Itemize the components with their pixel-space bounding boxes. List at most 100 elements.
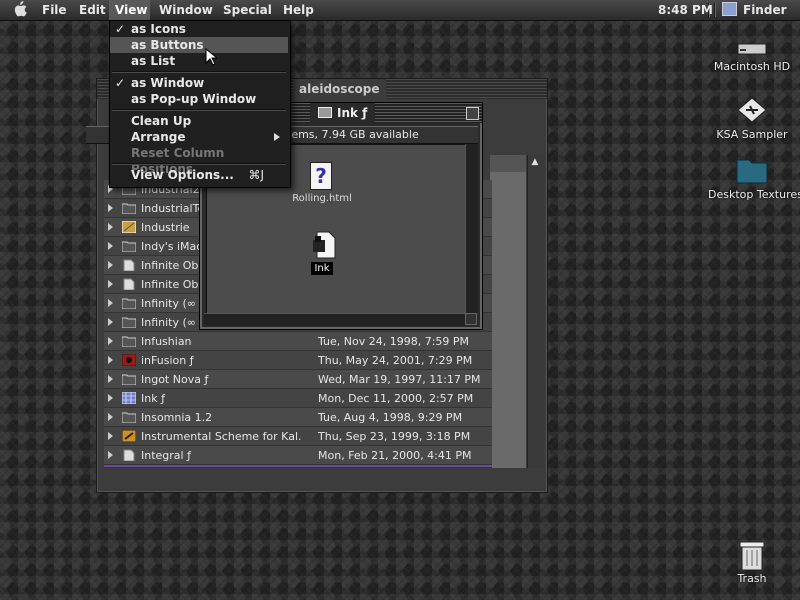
html-file-icon[interactable]: ?	[310, 162, 332, 190]
finder-icon	[722, 2, 737, 16]
menu-help[interactable]: Help	[277, 0, 320, 20]
disk-space-info: tems, 7.94 GB available	[287, 128, 419, 141]
disclosure-triangle-icon[interactable]	[108, 223, 113, 231]
menu-item-arrange[interactable]: Arrange	[110, 129, 288, 145]
column-header[interactable]	[490, 155, 526, 172]
item-name: Ink ƒ	[141, 392, 165, 405]
item-name: Insomnia 1.2	[141, 411, 213, 424]
checkmark-icon: ✓	[115, 22, 126, 36]
folder-icon	[122, 298, 136, 309]
disclosure-triangle-icon[interactable]	[108, 204, 113, 212]
menu-item-label: Arrange	[131, 130, 186, 144]
disclosure-triangle-icon[interactable]	[108, 432, 113, 440]
folder-icon	[122, 412, 136, 423]
disclosure-triangle-icon[interactable]	[108, 451, 113, 459]
desktop-icon-label: Desktop Textures	[708, 188, 800, 201]
disclosure-triangle-icon[interactable]	[108, 394, 113, 402]
document-icon	[123, 259, 135, 271]
disclosure-triangle-icon[interactable]	[108, 261, 113, 269]
folder-icon	[736, 159, 768, 184]
desktop-icon-ksa-sampler[interactable]: KSA Sampler	[712, 96, 792, 141]
list-item[interactable]: inFusion ƒ Thu, May 24, 2001, 7:29 PM	[104, 351, 492, 370]
mouse-pointer-icon	[205, 48, 217, 66]
ink-vertical-scrollbar[interactable]	[465, 144, 478, 313]
menubar-clock[interactable]: 8:48 PM	[652, 0, 719, 20]
menu-view[interactable]: View	[109, 0, 150, 20]
item-date: Mon, Feb 21, 2000, 4:41 PM	[318, 449, 472, 462]
folder-icon	[122, 241, 136, 252]
menu-item-view-options[interactable]: View Options... ⌘J	[110, 167, 288, 183]
disclosure-triangle-icon[interactable]	[108, 242, 113, 250]
menu-item-as-icons[interactable]: ✓ as Icons	[110, 21, 288, 37]
desktop-icon-label: Trash	[737, 572, 767, 585]
disclosure-triangle-icon[interactable]	[108, 318, 113, 326]
file-label[interactable]: Rolling.html	[291, 193, 353, 204]
item-name: Instrumental Scheme for Kal.	[141, 430, 302, 443]
red-folder-icon	[122, 354, 136, 366]
hard-drive-icon	[737, 43, 767, 55]
list-item[interactable]: Ink ƒ Mon, Dec 11, 2000, 2:57 PM	[104, 389, 492, 408]
kaleidoscope-vertical-scrollbar[interactable]	[527, 155, 544, 468]
menubar-divider	[714, 3, 716, 17]
list-item[interactable]: Ingot Nova ƒ Wed, Mar 19, 1997, 11:17 PM	[104, 370, 492, 389]
document-icon	[123, 278, 135, 290]
ink-window-title: Ink ƒ	[310, 103, 376, 123]
menu-item-as-buttons[interactable]: as Buttons	[110, 37, 288, 53]
disclosure-triangle-icon[interactable]	[108, 337, 113, 345]
ink-document-icon[interactable]	[311, 230, 337, 260]
blue-folder-icon	[122, 392, 136, 404]
desktop-icon-desktop-textures[interactable]: Desktop Textures	[708, 156, 800, 202]
view-menu: ✓ as Icons as Buttons as List ✓ as Window …	[109, 20, 291, 188]
apple-icon	[14, 1, 27, 17]
apple-menu[interactable]	[10, 1, 30, 19]
disclosure-triangle-icon[interactable]	[108, 413, 113, 421]
scheme-icon	[122, 430, 136, 442]
menu-item-as-list[interactable]: as List	[110, 53, 288, 69]
item-date: Wed, Mar 19, 1997, 11:17 PM	[318, 373, 481, 386]
item-date: Thu, Sep 23, 1999, 3:18 PM	[318, 430, 471, 443]
resize-grow-box[interactable]	[465, 313, 477, 325]
desktop-icon-macintosh-hd[interactable]: Macintosh HD	[712, 40, 792, 74]
item-name: Infushian	[141, 335, 192, 348]
folder-icon	[122, 317, 136, 328]
menu-special[interactable]: Special	[217, 0, 278, 20]
menu-window[interactable]: Window	[153, 0, 219, 20]
list-item[interactable]: Insomnia 1.2 Tue, Aug 4, 1998, 9:29 PM	[104, 408, 492, 427]
menu-edit[interactable]: Edit	[73, 0, 112, 20]
desktop-icon-trash[interactable]: Trash	[724, 540, 780, 586]
menu-file[interactable]: File	[36, 0, 73, 20]
disclosure-triangle-icon[interactable]	[108, 299, 113, 307]
list-item[interactable]: Instrumental Scheme for Kal. Thu, Sep 23,…	[104, 427, 492, 446]
file-label[interactable]: Ink	[311, 262, 333, 275]
menu-item-clean-up[interactable]: Clean Up	[110, 113, 288, 129]
menu-item-as-window[interactable]: ✓ as Window	[110, 75, 288, 91]
list-item[interactable]: Integral ƒ Mon, Feb 21, 2000, 4:41 PM	[104, 446, 492, 465]
list-item[interactable]: Infushian Tue, Nov 24, 1998, 7:59 PM	[104, 332, 492, 351]
menu-item-label: as Pop-up Window	[131, 92, 257, 106]
ksa-sampler-icon	[737, 97, 767, 123]
disclosure-triangle-icon[interactable]	[108, 375, 113, 383]
menu-separator	[112, 163, 286, 165]
menu-item-label: as Window	[131, 76, 205, 90]
menu-item-label: Clean Up	[131, 114, 192, 128]
document-icon	[123, 449, 135, 461]
menu-item-as-popup-window[interactable]: as Pop-up Window	[110, 91, 288, 107]
menu-separator	[112, 109, 286, 111]
ink-horizontal-scrollbar[interactable]	[204, 313, 466, 326]
item-name: Integral ƒ	[141, 449, 191, 462]
desktop-icon-label: Macintosh HD	[713, 60, 791, 73]
collapse-box[interactable]	[466, 107, 479, 120]
list-column-area	[490, 172, 526, 468]
item-name: inFusion ƒ	[141, 354, 194, 367]
desktop-icon-label: KSA Sampler	[716, 128, 788, 141]
ink-window-title-text: Ink ƒ	[337, 106, 368, 120]
disclosure-triangle-icon[interactable]	[108, 280, 113, 288]
submenu-arrow-icon	[274, 133, 280, 141]
kaleidoscope-window-title: aleidoscope	[293, 79, 386, 99]
disclosure-triangle-icon[interactable]	[108, 356, 113, 364]
folder-icon	[122, 336, 136, 347]
menu-item-label: as List	[131, 54, 176, 68]
menu-separator	[112, 71, 286, 73]
sort-direction-icon[interactable]: ▲	[527, 155, 543, 169]
application-menu[interactable]: Finder	[718, 0, 793, 20]
